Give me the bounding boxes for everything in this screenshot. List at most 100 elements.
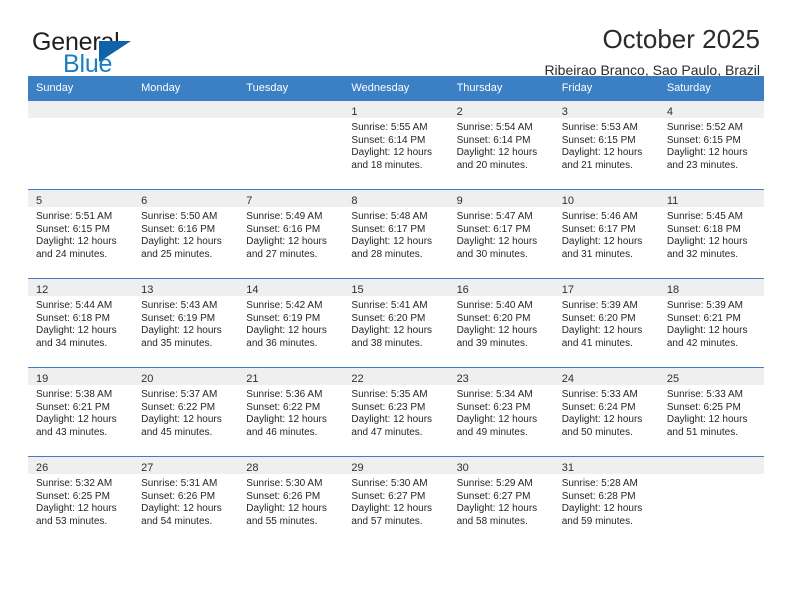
day-number: 8 <box>351 195 358 207</box>
day-cell[interactable]: 28 Sunrise: 5:30 AM Sunset: 6:26 PM Dayligh… <box>238 457 344 545</box>
day-cell[interactable]: 19 Sunrise: 5:38 AM Sunset: 6:21 PM Dayligh… <box>28 368 134 456</box>
daylight-text-line2: and 55 minutes. <box>246 515 318 527</box>
day-cell[interactable]: 29 Sunrise: 5:30 AM Sunset: 6:27 PM Dayligh… <box>343 457 449 545</box>
daylight-text-line2: and 39 minutes. <box>456 337 528 349</box>
day-cell[interactable]: 12 Sunrise: 5:44 AM Sunset: 6:18 PM Dayligh… <box>28 279 134 367</box>
daylight-text-line1: Daylight: 12 hours <box>141 414 222 426</box>
daylight-text-line2: and 31 minutes. <box>561 248 633 260</box>
day-number-band: 21 <box>238 368 344 385</box>
day-number-band: 8 <box>343 190 449 207</box>
daylight-text-line1: Daylight: 12 hours <box>561 325 643 337</box>
daylight-text-line2: and 21 minutes. <box>561 159 633 171</box>
day-cell-empty <box>658 457 764 545</box>
day-details: Sunrise: 5:37 AM Sunset: 6:22 PM Daylight:… <box>133 385 238 439</box>
sunset-text: Sunset: 6:23 PM <box>351 401 426 413</box>
daylight-text-line2: and 38 minutes. <box>351 337 423 349</box>
day-cell[interactable]: 27 Sunrise: 5:31 AM Sunset: 6:26 PM Dayligh… <box>133 457 239 545</box>
daylight-text-line2: and 46 minutes. <box>246 426 318 438</box>
day-number-band: 28 <box>238 457 344 474</box>
day-cell[interactable]: 3 Sunrise: 5:53 AM Sunset: 6:15 PM Daylight… <box>553 101 659 189</box>
day-cell[interactable]: 7 Sunrise: 5:49 AM Sunset: 6:16 PM Daylight… <box>238 190 344 278</box>
day-number-band: 3 <box>553 101 659 118</box>
day-cell[interactable]: 21 Sunrise: 5:36 AM Sunset: 6:22 PM Dayligh… <box>238 368 344 456</box>
day-number-band: 13 <box>133 279 239 296</box>
day-number-band: 12 <box>28 279 134 296</box>
day-cell[interactable]: 24 Sunrise: 5:33 AM Sunset: 6:24 PM Dayligh… <box>553 368 659 456</box>
day-number-band: 14 <box>238 279 344 296</box>
day-number: 23 <box>456 373 469 385</box>
weekday-tuesday: Tuesday <box>246 82 289 94</box>
day-cell[interactable]: 5 Sunrise: 5:51 AM Sunset: 6:15 PM Daylight… <box>28 190 134 278</box>
daylight-text-line2: and 58 minutes. <box>456 515 528 527</box>
day-number: 18 <box>666 284 680 296</box>
sunset-text: Sunset: 6:24 PM <box>561 401 636 413</box>
day-cell-empty <box>133 101 239 189</box>
day-cell[interactable]: 15 Sunrise: 5:41 AM Sunset: 6:20 PM Dayligh… <box>343 279 449 367</box>
day-cell[interactable]: 8 Sunrise: 5:48 AM Sunset: 6:17 PM Daylight… <box>343 190 449 278</box>
daylight-text-line1: Daylight: 12 hours <box>246 414 327 426</box>
day-number-band: 18 <box>658 279 764 296</box>
day-number: 7 <box>246 195 253 207</box>
sunrise-text: Sunrise: 5:29 AM <box>456 478 533 489</box>
day-number: 19 <box>36 373 49 385</box>
day-cell[interactable]: 2 Sunrise: 5:54 AM Sunset: 6:14 PM Daylight… <box>448 101 554 189</box>
day-details: Sunrise: 5:30 AM Sunset: 6:26 PM Daylight:… <box>238 474 343 528</box>
daylight-text-line2: and 35 minutes. <box>141 337 213 349</box>
sunset-text: Sunset: 6:23 PM <box>456 401 531 413</box>
day-details: Sunrise: 5:38 AM Sunset: 6:21 PM Daylight:… <box>28 385 133 439</box>
sunrise-text: Sunrise: 5:55 AM <box>351 122 428 133</box>
day-cell[interactable]: 9 Sunrise: 5:47 AM Sunset: 6:17 PM Daylight… <box>448 190 554 278</box>
daylight-text-line1: Daylight: 12 hours <box>36 325 117 337</box>
day-number-band <box>238 101 344 118</box>
day-cell[interactable]: 30 Sunrise: 5:29 AM Sunset: 6:27 PM Dayligh… <box>448 457 554 545</box>
sunset-text: Sunset: 6:15 PM <box>666 134 741 146</box>
day-number: 22 <box>351 373 364 385</box>
sunset-text: Sunset: 6:14 PM <box>456 134 531 146</box>
day-number: 21 <box>246 373 259 385</box>
week-row: 5 Sunrise: 5:51 AM Sunset: 6:15 PM Daylight… <box>28 189 764 278</box>
day-number-band <box>28 101 134 118</box>
daylight-text-line1: Daylight: 12 hours <box>351 325 433 337</box>
week-row: 12 Sunrise: 5:44 AM Sunset: 6:18 PM Dayligh… <box>28 278 764 367</box>
daylight-text-line2: and 51 minutes. <box>666 426 739 438</box>
daylight-text-line2: and 57 minutes. <box>351 515 423 527</box>
day-cell[interactable]: 31 Sunrise: 5:28 AM Sunset: 6:28 PM Dayligh… <box>553 457 659 545</box>
day-cell[interactable]: 20 Sunrise: 5:37 AM Sunset: 6:22 PM Dayligh… <box>133 368 239 456</box>
sunset-text: Sunset: 6:15 PM <box>36 223 110 235</box>
day-number: 15 <box>351 284 364 296</box>
sunset-text: Sunset: 6:19 PM <box>246 312 321 324</box>
day-cell[interactable]: 23 Sunrise: 5:34 AM Sunset: 6:23 PM Dayligh… <box>448 368 554 456</box>
daylight-text-line1: Daylight: 12 hours <box>456 414 538 426</box>
sunset-text: Sunset: 6:19 PM <box>141 312 216 324</box>
day-number: 16 <box>456 284 469 296</box>
sunrise-text: Sunrise: 5:33 AM <box>561 389 638 400</box>
day-cell[interactable]: 10 Sunrise: 5:46 AM Sunset: 6:17 PM Dayligh… <box>553 190 659 278</box>
day-details: Sunrise: 5:54 AM Sunset: 6:14 PM Daylight:… <box>449 118 554 172</box>
day-cell[interactable]: 18 Sunrise: 5:39 AM Sunset: 6:21 PM Dayligh… <box>658 279 764 367</box>
day-cell[interactable]: 11 Sunrise: 5:45 AM Sunset: 6:18 PM Dayligh… <box>658 190 764 278</box>
day-cell[interactable]: 1 Sunrise: 5:55 AM Sunset: 6:14 PM Daylight… <box>343 101 449 189</box>
daylight-text-line1: Daylight: 12 hours <box>666 236 748 248</box>
daylight-text-line1: Daylight: 12 hours <box>666 414 748 426</box>
day-cell[interactable]: 4 Sunrise: 5:52 AM Sunset: 6:15 PM Daylight… <box>658 101 764 189</box>
day-cell[interactable]: 13 Sunrise: 5:43 AM Sunset: 6:19 PM Dayligh… <box>133 279 239 367</box>
day-number-band: 4 <box>658 101 764 118</box>
day-cell[interactable]: 6 Sunrise: 5:50 AM Sunset: 6:16 PM Daylight… <box>133 190 239 278</box>
day-cell[interactable]: 17 Sunrise: 5:39 AM Sunset: 6:20 PM Dayligh… <box>553 279 659 367</box>
day-cell[interactable]: 16 Sunrise: 5:40 AM Sunset: 6:20 PM Dayligh… <box>448 279 554 367</box>
day-cell[interactable]: 26 Sunrise: 5:32 AM Sunset: 6:25 PM Dayligh… <box>28 457 134 545</box>
day-cell[interactable]: 14 Sunrise: 5:42 AM Sunset: 6:19 PM Dayligh… <box>238 279 344 367</box>
day-number-band: 17 <box>553 279 659 296</box>
day-details: Sunrise: 5:42 AM Sunset: 6:19 PM Daylight:… <box>238 296 343 350</box>
day-cell[interactable]: 22 Sunrise: 5:35 AM Sunset: 6:23 PM Dayligh… <box>343 368 449 456</box>
sunrise-text: Sunrise: 5:39 AM <box>561 300 638 311</box>
day-number: 31 <box>561 462 574 474</box>
sunset-text: Sunset: 6:17 PM <box>351 223 426 235</box>
daylight-text-line2: and 27 minutes. <box>246 248 318 260</box>
day-number-band: 27 <box>133 457 239 474</box>
day-number: 5 <box>36 195 43 207</box>
sunrise-text: Sunrise: 5:41 AM <box>351 300 428 311</box>
day-number-band: 22 <box>343 368 449 385</box>
day-cell[interactable]: 25 Sunrise: 5:33 AM Sunset: 6:25 PM Dayligh… <box>658 368 764 456</box>
daylight-text-line2: and 50 minutes. <box>561 426 633 438</box>
